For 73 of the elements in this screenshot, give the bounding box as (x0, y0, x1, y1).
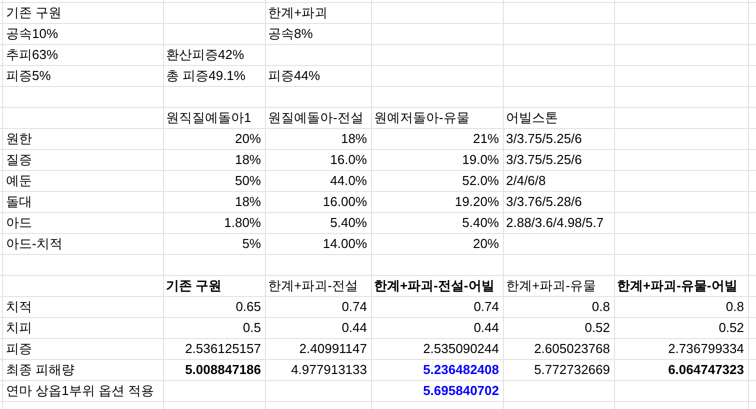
table-cell-text: 2.88/3.6/4.98/5.7 (505, 214, 605, 232)
table-cell-text: 한계+파괴-전설-어빌 (373, 277, 496, 295)
table-cell-text: 19.0% (461, 151, 500, 169)
table-cell-text: 5.40% (461, 214, 500, 232)
table-cell-text: 한계+파괴-유물 (505, 277, 597, 295)
table-cell-text: 아드-치적 (5, 235, 64, 253)
table-cell-text: 21% (472, 130, 500, 148)
table-cell-text: 20% (234, 130, 262, 148)
table-cell-text: 0.44 (340, 319, 368, 337)
table-cell-text: 14.00% (322, 235, 368, 253)
table-cell-text: 어빌스톤 (505, 109, 559, 127)
table-cell-text: 2.535090244 (422, 340, 500, 358)
table-cell-text: 0.8 (590, 298, 611, 316)
table-cell-text: 치적 (5, 298, 33, 316)
table-cell-text: 공속8% (267, 25, 314, 43)
table-cell-text: 0.52 (718, 319, 745, 337)
table-cell-text: 16.00% (322, 193, 368, 211)
table-cell-text: 19.20% (454, 193, 500, 211)
table-cell-text: 환산피증42% (165, 46, 246, 64)
table-cell-text: 0.8 (724, 298, 745, 316)
table-cell-text: 원한 (5, 130, 33, 148)
table-cell-text: 2.536125157 (184, 340, 262, 358)
table-cell-text: 0.74 (340, 298, 368, 316)
table-cell-text: 3/3.75/5.25/6 (505, 151, 583, 169)
table-cell-text: 원직질예돌아1 (165, 109, 252, 127)
table-cell-text: 총 피증49.1% (165, 67, 246, 85)
table-cell-text: 공속10% (5, 25, 60, 43)
table-cell-text: 5.40% (329, 214, 368, 232)
table-cell-text: 5.772732669 (533, 361, 611, 379)
table-cell-text: 18% (340, 130, 368, 148)
table-cell-text: 치피 (5, 319, 33, 337)
table-cell-text: 최종 피해량 (5, 361, 76, 379)
table-cell-text: 연마 상옵1부위 옵션 적용 (5, 382, 156, 400)
table-cell-text: 한계+파괴-전설 (267, 277, 359, 295)
table-cell-text: 원질예돌아-전설 (267, 109, 364, 127)
table-cell-text: 한계+파괴-유물-어빌 (616, 277, 738, 295)
table-cell-text: 3/3.75/5.25/6 (505, 130, 583, 148)
table-cell-text: 피증 (5, 340, 33, 358)
table-cell-text: 0.44 (472, 319, 500, 337)
table-cell-text: 원예저돌아-유물 (373, 109, 470, 127)
table-cell-text: 돌대 (5, 193, 33, 211)
table-cell-text: 2.605023768 (533, 340, 611, 358)
table-cell-text: 52.0% (461, 172, 500, 190)
table-cell-text: 0.52 (584, 319, 611, 337)
table-cell-text: 18% (234, 151, 262, 169)
table-cell-text: 16.0% (329, 151, 368, 169)
table-cell-text: 기존 구원 (165, 277, 223, 295)
table-cell-text: 0.74 (472, 298, 500, 316)
table-cell-text: 50% (234, 172, 262, 190)
table-cell-text: 피증44% (267, 67, 322, 85)
table-cell-text: 3/3.76/5.28/6 (505, 193, 583, 211)
table-cell-text: 1.80% (223, 214, 262, 232)
table-cell-text: 5.236482408 (422, 361, 500, 379)
table-cell-text: 4.977913133 (290, 361, 368, 379)
table-cell-text: 예둔 (5, 172, 33, 190)
table-cell-text: 질증 (5, 151, 33, 169)
table-cell-text: 5.695840702 (422, 382, 500, 400)
table-cell-text: 44.0% (329, 172, 368, 190)
table-cell-text: 20% (472, 235, 500, 253)
table-cell-text: 기존 구원 (5, 4, 63, 22)
table-cell-text: 5.008847186 (184, 361, 262, 379)
table-cell-text: 피증5% (5, 67, 52, 85)
table-cell-text: 아드 (5, 214, 33, 232)
table-cell-text: 18% (234, 193, 262, 211)
table-cell-text: 추피63% (5, 46, 60, 64)
table-cell-text: 0.5 (242, 319, 262, 337)
table-cell-text: 6.064747323 (667, 361, 745, 379)
table-cell-text: 0.65 (234, 298, 262, 316)
table-cell-text: 2.40991147 (298, 340, 368, 358)
table-cell-text: 2/4/6/8 (505, 172, 547, 190)
table-cell-text: 5% (241, 235, 262, 253)
table-cell-text: 한계+파괴 (267, 4, 329, 22)
table-cell-text: 2.736799334 (667, 340, 745, 358)
